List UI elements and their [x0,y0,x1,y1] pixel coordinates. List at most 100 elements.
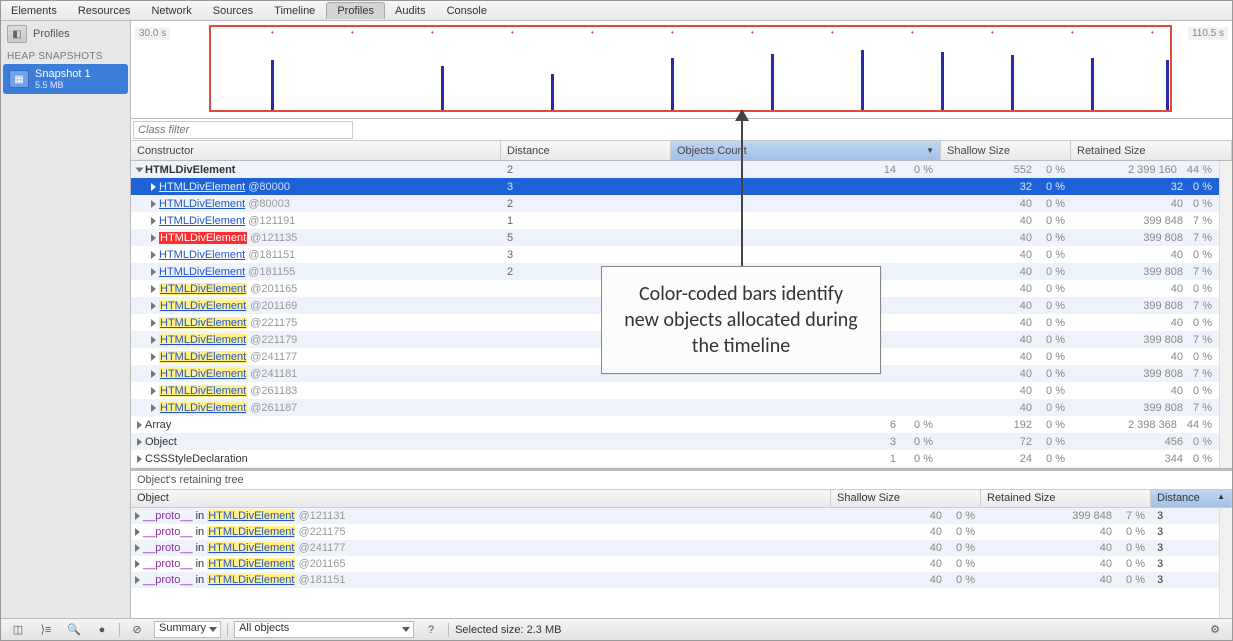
constructor-link[interactable]: HTMLDivElement [159,402,247,414]
clear-icon[interactable]: ⊘ [126,621,148,639]
cell-distance: 2 [501,198,671,210]
dock-icon[interactable]: ◫ [7,621,29,639]
table-row[interactable]: HTMLDivElement @800003320 %320 % [131,178,1232,195]
record-icon[interactable]: ● [91,621,113,639]
tab-elements[interactable]: Elements [1,3,68,19]
ret-col-retained[interactable]: Retained Size [981,490,1151,507]
help-icon[interactable]: ? [420,621,442,639]
disclosure-triangle-icon[interactable] [151,251,156,259]
disclosure-triangle-icon[interactable] [151,200,156,208]
table-row[interactable]: HTMLDivElement2140 %5520 %2 399 16044 % [131,161,1232,178]
tab-profiles[interactable]: Profiles [326,2,385,19]
disclosure-triangle-icon[interactable] [137,438,142,446]
table-row[interactable]: Array60 %1920 %2 398 36844 % [131,416,1232,433]
disclosure-triangle-icon[interactable] [151,353,156,361]
retainer-link[interactable]: HTMLDivElement [207,574,295,586]
ret-col-distance[interactable]: Distance ▲ [1151,490,1232,507]
table-row[interactable]: MouseEvent510 %320 %1840 % [131,467,1232,468]
cell-objects-count: 30 % [671,436,941,448]
search-icon[interactable]: 🔍 [63,621,85,639]
disclosure-triangle-icon[interactable] [135,544,140,552]
ret-col-object[interactable]: Object [131,490,831,507]
constructor-link[interactable]: HTMLDivElement [159,283,247,295]
constructor-link[interactable]: HTMLDivElement [159,249,245,261]
table-row[interactable]: HTMLDivElement @1211911400 %399 8487 % [131,212,1232,229]
class-filter-input[interactable] [133,121,353,139]
col-retained-size[interactable]: Retained Size [1071,141,1232,160]
col-constructor[interactable]: Constructor [131,141,501,160]
retaining-row[interactable]: __proto__ in HTMLDivElement @221175400 %… [131,524,1232,540]
disclosure-triangle-icon[interactable] [151,404,156,412]
disclosure-triangle-icon[interactable] [151,183,156,191]
scrollbar[interactable] [1219,161,1232,468]
table-row[interactable]: CSSStyleDeclaration10 %240 %3440 % [131,450,1232,467]
ret-col-shallow[interactable]: Shallow Size [831,490,981,507]
disclosure-triangle-icon[interactable] [151,302,156,310]
tab-console[interactable]: Console [437,3,498,19]
constructor-link[interactable]: HTMLDivElement [159,232,247,244]
tab-timeline[interactable]: Timeline [264,3,326,19]
col-distance[interactable]: Distance [501,141,671,160]
disclosure-triangle-icon[interactable] [151,234,156,242]
timeline-bar [1091,58,1094,110]
constructor-link[interactable]: HTMLDivElement [159,334,247,346]
disclosure-triangle-icon[interactable] [135,576,140,584]
tab-resources[interactable]: Resources [68,3,142,19]
settings-gear-icon[interactable]: ⚙ [1204,621,1226,639]
retaining-row[interactable]: __proto__ in HTMLDivElement @181151400 %… [131,572,1232,588]
tab-sources[interactable]: Sources [203,3,264,19]
table-row[interactable]: HTMLDivElement @261187400 %399 8087 % [131,399,1232,416]
disclosure-triangle-icon[interactable] [151,217,156,225]
retainer-link[interactable]: HTMLDivElement [207,510,295,522]
disclosure-triangle-icon[interactable] [151,268,156,276]
retaining-row[interactable]: __proto__ in HTMLDivElement @241177400 %… [131,540,1232,556]
table-row[interactable]: HTMLDivElement @800032400 %400 % [131,195,1232,212]
view-select[interactable]: Summary [154,621,221,638]
disclosure-triangle-icon[interactable] [151,387,156,395]
timeline-tick: • [591,28,594,37]
constructor-link[interactable]: HTMLDivElement [159,368,247,380]
snapshot-item[interactable]: ▦ Snapshot 1 5.5 MB [3,64,128,94]
constructor-link[interactable]: HTMLDivElement [159,385,247,397]
disclosure-triangle-icon[interactable] [151,336,156,344]
console-toggle-icon[interactable]: ⟩≡ [35,621,57,639]
timeline-tick: • [1071,28,1074,37]
disclosure-triangle-icon[interactable] [151,319,156,327]
table-row[interactable]: HTMLDivElement @1811513400 %400 % [131,246,1232,263]
col-objects-count[interactable]: Objects Count ▼ [671,141,941,160]
cell-shallow-size: 400 % [941,385,1071,397]
allocation-timeline[interactable]: 30.0 s 110.5 s •••••••••••• [131,21,1232,119]
disclosure-triangle-icon[interactable] [137,455,142,463]
disclosure-triangle-icon[interactable] [135,512,140,520]
ret-shallow: 400 % [831,510,981,522]
constructor-link[interactable]: HTMLDivElement [159,351,247,363]
retainer-link[interactable]: HTMLDivElement [207,558,295,570]
constructor-link[interactable]: HTMLDivElement [159,181,245,193]
disclosure-triangle-icon[interactable] [151,285,156,293]
disclosure-triangle-icon[interactable] [151,370,156,378]
retaining-row[interactable]: __proto__ in HTMLDivElement @121131400 %… [131,508,1232,524]
tab-audits[interactable]: Audits [385,3,437,19]
table-row[interactable]: HTMLDivElement @261183400 %400 % [131,382,1232,399]
constructor-link[interactable]: HTMLDivElement [159,300,247,312]
disclosure-triangle-icon[interactable] [137,421,142,429]
retainer-link[interactable]: HTMLDivElement [207,542,295,554]
retaining-tree-body[interactable]: __proto__ in HTMLDivElement @121131400 %… [131,508,1232,618]
scope-select[interactable]: All objects [234,621,414,638]
constructor-link[interactable]: HTMLDivElement [159,198,245,210]
disclosure-triangle-icon[interactable] [135,560,140,568]
scrollbar[interactable] [1219,508,1232,618]
disclosure-triangle-icon[interactable] [136,167,144,172]
disclosure-triangle-icon[interactable] [135,528,140,536]
retaining-row[interactable]: __proto__ in HTMLDivElement @201165400 %… [131,556,1232,572]
retainer-link[interactable]: HTMLDivElement [207,526,295,538]
table-row[interactable]: HTMLDivElement @1211355400 %399 8087 % [131,229,1232,246]
cell-retained-size: 399 8087 % [1071,266,1232,278]
col-shallow-size[interactable]: Shallow Size [941,141,1071,160]
table-row[interactable]: Object30 %720 %4560 % [131,433,1232,450]
constructor-link[interactable]: HTMLDivElement [159,215,245,227]
tab-network[interactable]: Network [141,3,202,19]
object-id: @261187 [247,402,297,414]
constructor-link[interactable]: HTMLDivElement [159,317,247,329]
constructor-link[interactable]: HTMLDivElement [159,266,245,278]
